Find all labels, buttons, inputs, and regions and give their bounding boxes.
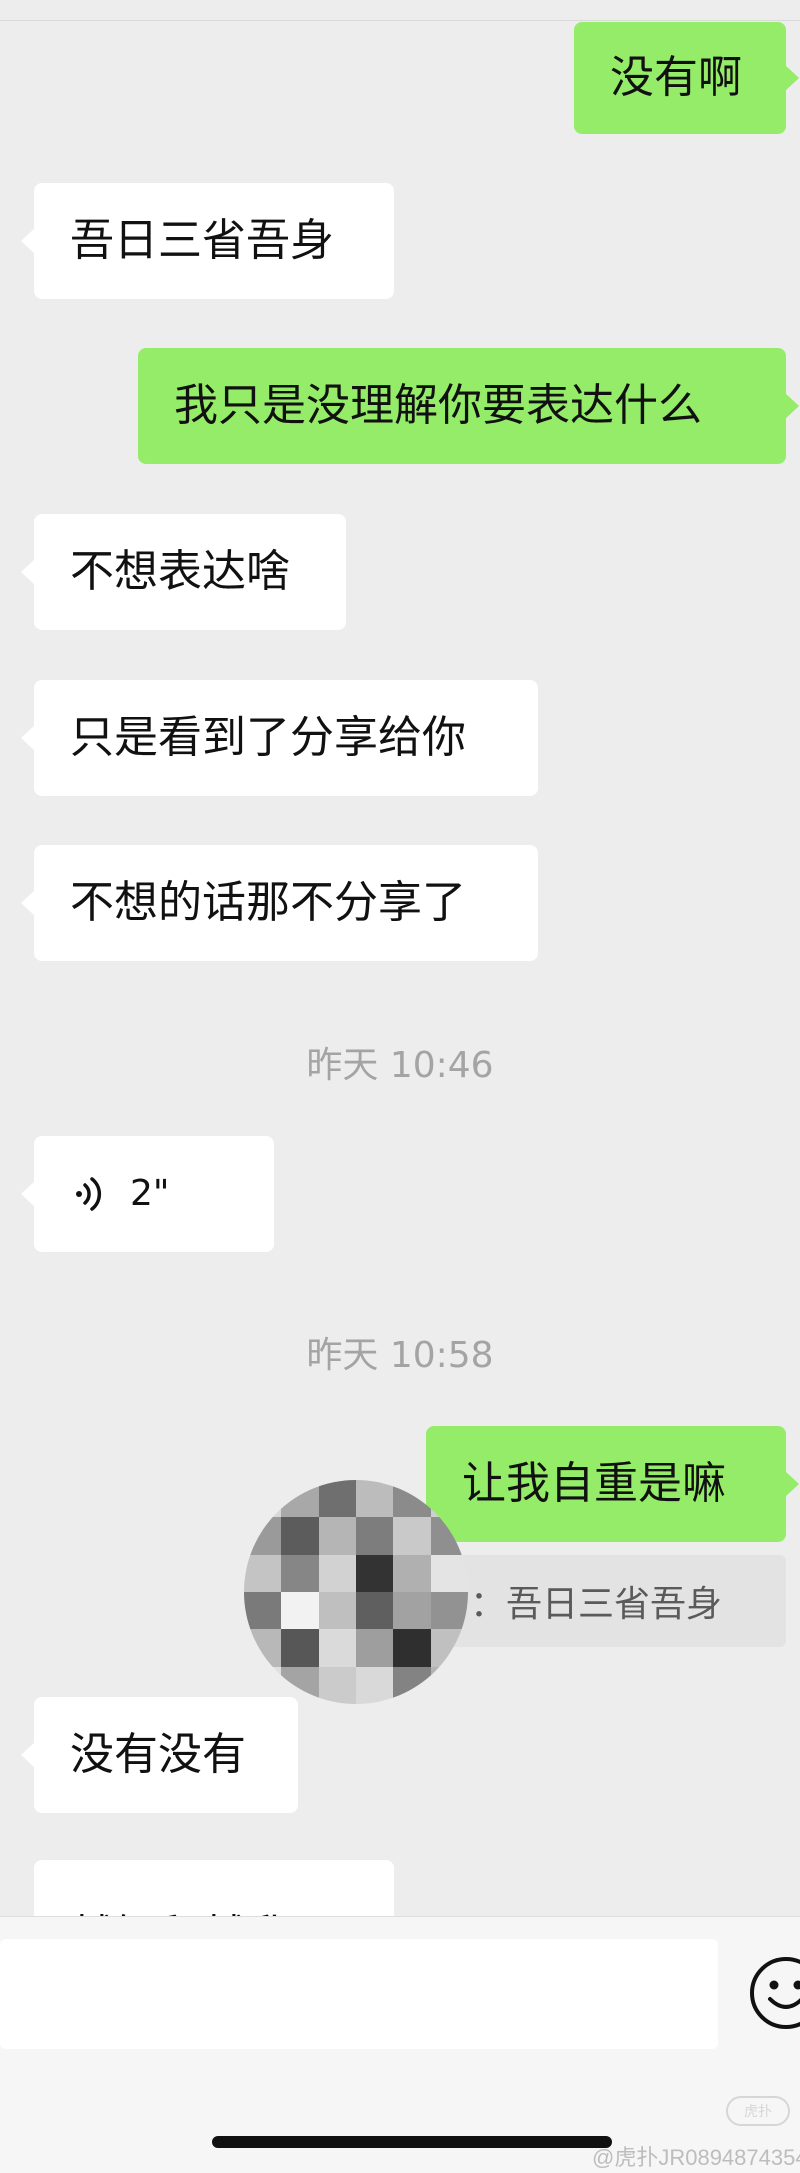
message-text: 让我自重是嘛 [462,1462,726,1506]
voice-message-bubble[interactable]: 2" [34,1136,274,1252]
message-bubble-self[interactable]: 我只是没理解你要表达什么 [138,348,786,464]
home-indicator[interactable] [212,2136,612,2148]
message-bubble-other[interactable]: 没有没有 [34,1697,298,1813]
message-text: 不想表达啥 [70,550,290,594]
message-text: 没有啊 [610,56,742,100]
message-bubble-self[interactable]: 没有啊 [574,22,786,134]
message-text: 我只是没理解你要表达什么 [174,384,702,428]
chat-top-divider [0,0,800,21]
chat-timestamp: 昨天 10:58 [0,1326,800,1378]
message-text: 吾日三省吾身 [70,219,334,263]
message-text: 没有没有 [70,1733,246,1777]
watermark-logo: 虎扑 [726,2096,790,2126]
voice-duration: 2" [130,1176,169,1212]
message-input[interactable] [0,1939,718,2049]
pixelated-avatar [244,1480,468,1704]
message-bubble-other[interactable]: 吾日三省吾身 [34,183,394,299]
message-bubble-other[interactable]: 不想的话那不分享了 [34,845,538,961]
message-input-bar [0,1916,800,2173]
smiley-icon[interactable] [748,1955,800,2031]
message-bubble-other[interactable]: 只是看到了分享给你 [34,680,538,796]
message-bubble-self[interactable]: 让我自重是嘛 [426,1426,786,1542]
watermark-logo-text: 虎扑 [744,2101,772,2121]
chat-timestamp: 昨天 10:46 [0,1036,800,1088]
message-text: 只是看到了分享给你 [70,716,466,760]
quoted-text: ：吾日三省吾身 [470,1575,722,1627]
quoted-message[interactable]: ：吾日三省吾身 [430,1555,786,1647]
voice-wave-icon [70,1174,110,1214]
watermark-text: @虎扑JR0894874354 [592,2140,800,2172]
message-bubble-other[interactable]: 不想表达啥 [34,514,346,630]
message-text: 不想的话那不分享了 [70,881,466,925]
